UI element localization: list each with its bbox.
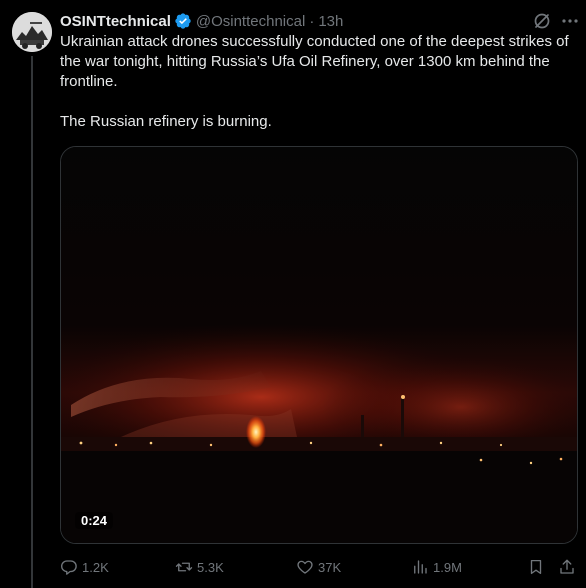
analytics-icon bbox=[414, 560, 427, 574]
like-button[interactable]: 37K bbox=[296, 556, 341, 578]
post-text-paragraph-1: Ukrainian attack drones successfully con… bbox=[60, 33, 569, 90]
separator-dot: · bbox=[309, 12, 315, 30]
video-player[interactable]: 0:24 bbox=[60, 146, 578, 544]
author-handle[interactable]: @Osinttechnical bbox=[196, 13, 305, 30]
more-icon[interactable] bbox=[560, 11, 580, 31]
video-frame bbox=[61, 147, 577, 543]
bookmark-icon bbox=[530, 559, 542, 575]
post-header: OSINTtechnical @Osinttechnical · 13h bbox=[60, 11, 343, 31]
repost-button[interactable]: 5.3K bbox=[175, 556, 224, 578]
reply-button[interactable]: 1.2K bbox=[60, 556, 109, 578]
share-icon bbox=[560, 559, 574, 574]
tweet[interactable]: OSINTtechnical @Osinttechnical · 13h Ukr… bbox=[0, 0, 586, 588]
post-time[interactable]: 13h bbox=[318, 13, 343, 30]
repost-count: 5.3K bbox=[197, 559, 224, 575]
like-count: 37K bbox=[318, 559, 342, 575]
verified-badge-icon bbox=[174, 12, 192, 30]
avatar[interactable] bbox=[12, 12, 52, 52]
grok-icon[interactable] bbox=[532, 11, 552, 31]
avatar-image bbox=[12, 12, 52, 52]
repost-icon bbox=[175, 562, 193, 572]
video-duration: 0:24 bbox=[75, 512, 114, 529]
post-text-paragraph-2: The Russian refinery is burning. bbox=[60, 113, 272, 130]
reply-count: 1.2K bbox=[82, 559, 109, 575]
heart-icon bbox=[297, 560, 313, 574]
share-button[interactable] bbox=[558, 556, 580, 578]
views-button[interactable]: 1.9M bbox=[411, 556, 462, 578]
bookmark-button[interactable] bbox=[527, 556, 549, 578]
action-bar: 1.2K 5.3K 37K 1.9M bbox=[60, 556, 580, 578]
post-text: Ukrainian attack drones successfully con… bbox=[60, 32, 580, 132]
views-count: 1.9M bbox=[433, 559, 462, 575]
author-name[interactable]: OSINTtechnical bbox=[60, 13, 171, 30]
reply-icon bbox=[61, 560, 77, 575]
thread-line bbox=[31, 56, 33, 588]
